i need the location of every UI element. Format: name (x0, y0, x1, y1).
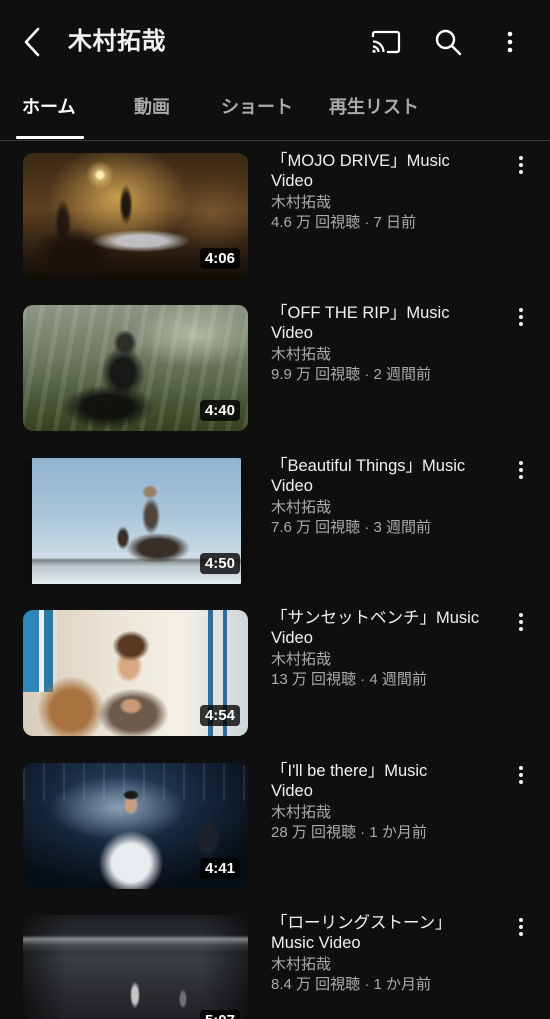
channel-name: 木村拓哉 (271, 346, 332, 364)
video-list-item[interactable]: 5:07 「ローリングストーン」 Music Video 木村拓哉 8.4 万 … (0, 913, 550, 1019)
video-title-line[interactable]: 「Beautiful Things」Music (271, 456, 496, 476)
duration-badge: 5:07 (199, 1010, 240, 1019)
channel-title: 木村拓哉 (68, 28, 166, 55)
view-count-and-date: 7.6 万 回視聴 · 3 週間前 (271, 518, 432, 536)
more-vert-icon[interactable] (510, 153, 532, 177)
tab-shorts[interactable]: ショート (221, 95, 293, 119)
video-list-item[interactable]: 4:06 「MOJO DRIVE」Music Video 木村拓哉 4.6 万 … (0, 151, 550, 279)
video-title-line[interactable]: 「ローリングストーン」 (271, 913, 496, 933)
video-title-line[interactable]: Video (271, 476, 496, 496)
view-count-and-date: 8.4 万 回視聴 · 1 か月前 (271, 976, 432, 993)
video-title-line[interactable]: Video (271, 323, 496, 343)
tab-home[interactable]: ホーム (22, 95, 75, 119)
video-title[interactable]: 「I'll be there」Music Video (271, 761, 496, 801)
view-count-and-date: 13 万 回視聴 · 4 週間前 (271, 671, 427, 689)
video-info: 「OFF THE RIP」Music Video 木村拓哉 9.9 万 回視聴 … (271, 303, 496, 385)
video-list-item[interactable]: 4:50 「Beautiful Things」Music Video 木村拓哉 … (0, 456, 550, 584)
video-list: 4:06 「MOJO DRIVE」Music Video 木村拓哉 4.6 万 … (0, 148, 550, 1019)
video-title-line[interactable]: Video (271, 628, 496, 648)
video-title-line[interactable]: Video (271, 171, 496, 191)
video-list-item[interactable]: 4:40 「OFF THE RIP」Music Video 木村拓哉 9.9 万… (0, 303, 550, 432)
duration-badge: 4:54 (199, 705, 240, 727)
tab-videos[interactable]: 動画 (134, 95, 170, 119)
video-title-line[interactable]: 「OFF THE RIP」Music (271, 303, 496, 323)
back-arrow-icon[interactable] (20, 26, 46, 58)
video-list-item[interactable]: 4:41 「I'll be there」Music Video 木村拓哉 28 … (0, 761, 550, 889)
channel-name: 木村拓哉 (271, 498, 332, 516)
video-thumbnail[interactable]: 4:40 (23, 305, 248, 432)
app-header: 木村拓哉 (0, 0, 550, 84)
video-title-line[interactable]: Music Video (271, 933, 496, 953)
duration-badge: 4:41 (199, 857, 240, 879)
video-info: 「ローリングストーン」 Music Video 木村拓哉 8.4 万 回視聴 ·… (271, 913, 496, 995)
video-info: 「Beautiful Things」Music Video 木村拓哉 7.6 万… (271, 456, 496, 538)
video-title-line[interactable]: 「MOJO DRIVE」Music (271, 151, 496, 171)
channel-name: 木村拓哉 (271, 803, 332, 821)
video-list-item[interactable]: 4:54 「サンセットベンチ」Music Video 木村拓哉 13 万 回視聴… (0, 608, 550, 737)
duration-badge: 4:06 (199, 248, 240, 269)
more-vert-icon[interactable] (510, 305, 532, 329)
active-tab-indicator (16, 136, 84, 139)
channel-name: 木村拓哉 (271, 194, 332, 211)
video-thumbnail[interactable]: 4:54 (23, 610, 248, 737)
view-count-and-date: 28 万 回視聴 · 1 か月前 (271, 823, 427, 841)
video-title-line[interactable]: 「サンセットベンチ」Music (271, 608, 496, 628)
more-vert-icon[interactable] (510, 915, 532, 939)
view-count-and-date: 4.6 万 回視聴 · 7 日前 (271, 214, 417, 231)
video-title[interactable]: 「OFF THE RIP」Music Video (271, 303, 496, 343)
channel-name: 木村拓哉 (271, 651, 332, 669)
video-thumbnail[interactable]: 4:41 (23, 762, 248, 889)
video-info: 「MOJO DRIVE」Music Video 木村拓哉 4.6 万 回視聴 ·… (271, 151, 496, 233)
more-vert-icon[interactable] (510, 458, 532, 482)
tabs-divider (0, 140, 550, 141)
video-title[interactable]: 「サンセットベンチ」Music Video (271, 608, 496, 648)
duration-badge: 4:40 (199, 400, 240, 422)
video-thumbnail[interactable]: 4:06 (23, 153, 248, 279)
video-info: 「サンセットベンチ」Music Video 木村拓哉 13 万 回視聴 · 4 … (271, 608, 496, 690)
video-title[interactable]: 「Beautiful Things」Music Video (271, 456, 496, 496)
video-title[interactable]: 「ローリングストーン」 Music Video (271, 913, 496, 953)
duration-badge: 4:50 (199, 552, 240, 574)
video-title-line[interactable]: Video (271, 781, 496, 801)
more-vert-icon[interactable] (510, 763, 532, 787)
more-vert-icon[interactable] (510, 610, 532, 634)
video-thumbnail[interactable]: 5:07 (23, 915, 248, 1019)
view-count-and-date: 9.9 万 回視聴 · 2 週間前 (271, 366, 432, 384)
tab-playlists[interactable]: 再生リスト (329, 95, 419, 119)
cast-icon[interactable] (371, 29, 401, 55)
video-info: 「I'll be there」Music Video 木村拓哉 28 万 回視聴… (271, 761, 496, 843)
video-title[interactable]: 「MOJO DRIVE」Music Video (271, 151, 496, 191)
video-thumbnail[interactable]: 4:50 (23, 457, 248, 584)
search-icon[interactable] (434, 28, 462, 56)
video-title-line[interactable]: 「I'll be there」Music (271, 761, 496, 781)
more-vert-icon[interactable] (498, 29, 522, 55)
channel-name: 木村拓哉 (271, 956, 332, 973)
